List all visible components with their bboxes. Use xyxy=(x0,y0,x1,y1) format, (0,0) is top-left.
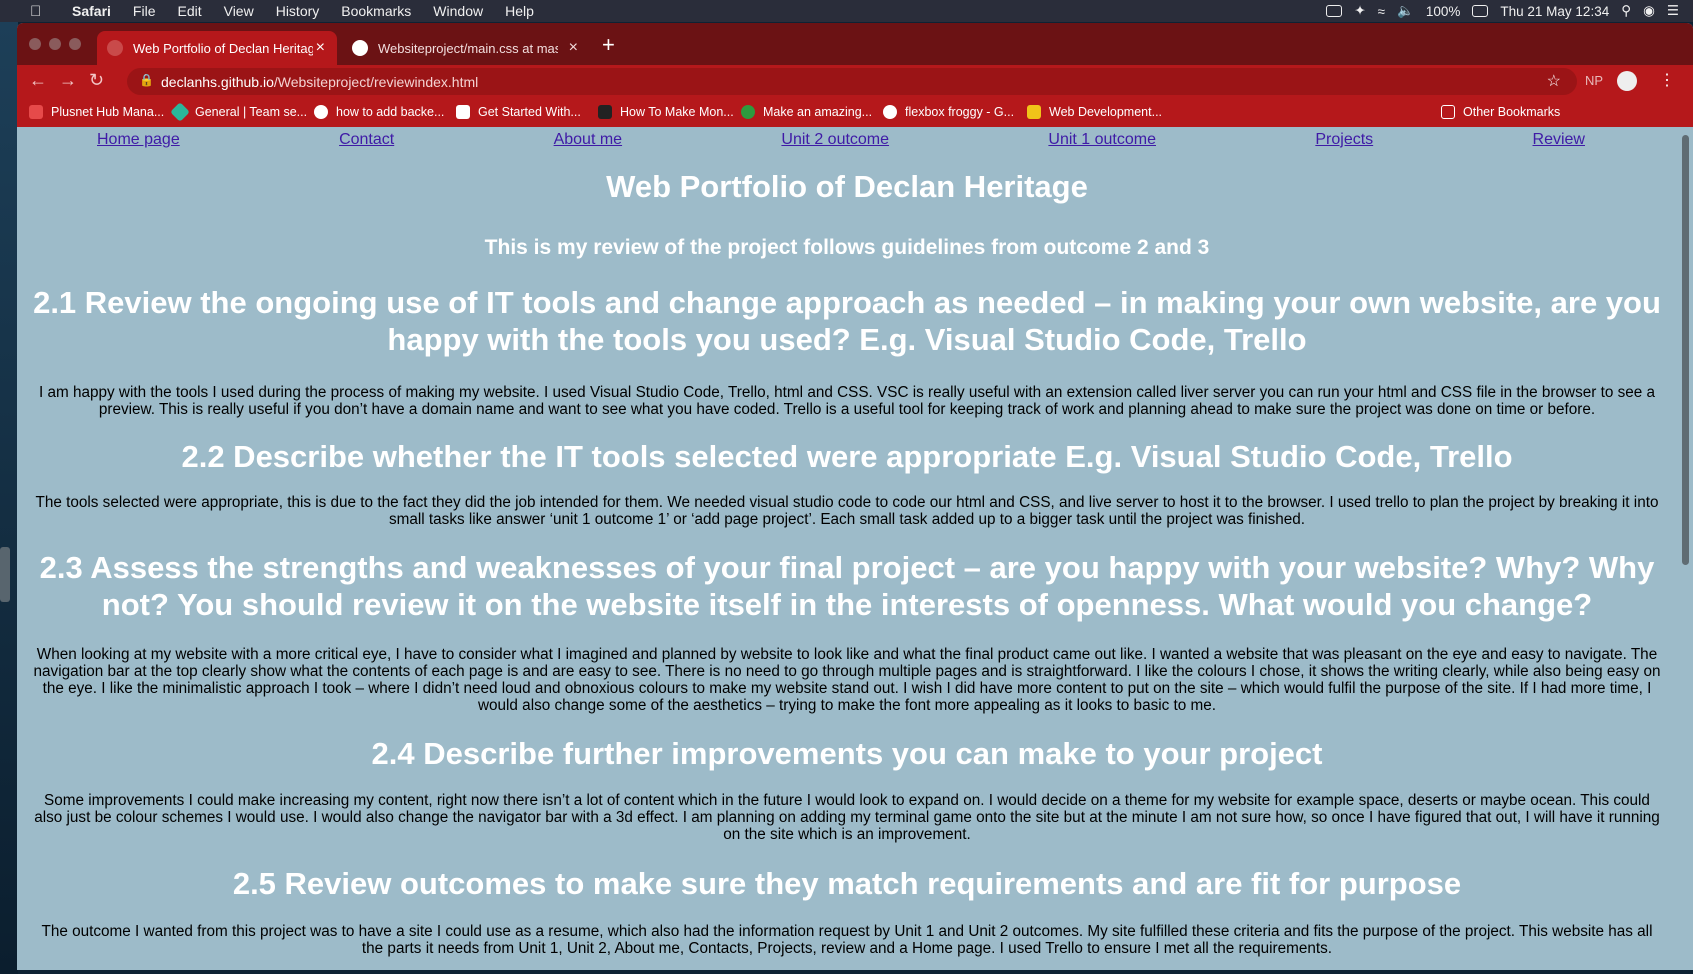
siri-icon[interactable]: ◉ xyxy=(1643,3,1655,19)
wifi-icon[interactable]: ≈ xyxy=(1378,4,1385,19)
dock-handle xyxy=(0,547,10,602)
page-title: Web Portfolio of Declan Heritage xyxy=(606,169,1088,204)
nav-link-about[interactable]: About me xyxy=(554,131,622,149)
menu-bookmarks[interactable]: Bookmarks xyxy=(341,3,411,19)
desktop-background xyxy=(0,22,18,974)
page-subtitle: This is my review of the project follows… xyxy=(484,236,1210,259)
battery-icon[interactable] xyxy=(1472,5,1489,17)
menu-history[interactable]: History xyxy=(276,3,320,19)
lock-icon[interactable]: 🔒 xyxy=(139,73,154,87)
fullscreen-window-button[interactable] xyxy=(69,38,81,50)
forward-arrow-icon[interactable]: → xyxy=(59,70,77,91)
extension-np-icon[interactable]: NP xyxy=(1585,73,1603,88)
spotlight-search-icon[interactable]: ⚲ xyxy=(1621,3,1631,19)
section-heading-2-1: 2.1 Review the ongoing use of IT tools a… xyxy=(33,285,1661,357)
nav-link-projects[interactable]: Projects xyxy=(1315,131,1373,149)
section-heading-2-3: 2.3 Assess the strengths and weaknesses … xyxy=(39,550,1655,622)
bookmark-how-to-make-mon[interactable]: How To Make Mon... xyxy=(598,105,734,119)
close-tab-icon[interactable]: × xyxy=(569,39,578,57)
page-scrollbar[interactable] xyxy=(1677,127,1693,970)
bookmark-general-team[interactable]: General | Team se... xyxy=(170,102,307,122)
zoom-meeting-icon[interactable] xyxy=(1326,5,1343,17)
back-arrow-icon[interactable]: ← xyxy=(29,70,47,91)
bookmarks-bar: Plusnet Hub Mana... General | Team se...… xyxy=(17,98,1693,127)
address-toolbar: ← → ↻ 🔒 declanhs.github.io/Websiteprojec… xyxy=(17,65,1693,98)
clock[interactable]: Thu 21 May 12:34 xyxy=(1500,4,1609,19)
scrollbar-thumb[interactable] xyxy=(1682,135,1689,565)
reload-icon[interactable]: ↻ xyxy=(89,70,104,91)
battery-percent[interactable]: 100% xyxy=(1426,4,1461,19)
bookmark-web-development[interactable]: Web Development... xyxy=(1027,105,1162,119)
tab-title: Websiteproject/main.css at master xyxy=(378,40,558,56)
section-heading-2-4: 2.4 Describe further improvements you ca… xyxy=(371,736,1323,771)
section-body-2-4: Some improvements I could make increasin… xyxy=(34,792,1660,843)
menu-app-name[interactable]: Safari xyxy=(72,3,111,19)
tab-title: Web Portfolio of Declan Heritage xyxy=(133,40,313,56)
more-menu-icon[interactable]: ⋮ xyxy=(1659,70,1675,90)
browser-window: Web Portfolio of Declan Heritage × Websi… xyxy=(17,23,1693,970)
tab-web-portfolio[interactable]: Web Portfolio of Declan Heritage × xyxy=(97,31,337,65)
bookmark-flexbox-froggy[interactable]: flexbox froggy - G... xyxy=(883,105,1014,119)
bookmark-how-to-add[interactable]: how to add backe... xyxy=(314,105,444,119)
close-window-button[interactable] xyxy=(29,38,41,50)
new-tab-button[interactable]: + xyxy=(602,32,615,58)
menu-help[interactable]: Help xyxy=(505,3,534,19)
github-icon xyxy=(352,40,368,56)
tab-github-main-css[interactable]: Websiteproject/main.css at master × xyxy=(342,31,590,65)
web-page: Home page Contact About me Unit 2 outcom… xyxy=(17,127,1677,970)
url-path: /Websiteproject/reviewindex.html xyxy=(273,73,479,90)
folder-icon xyxy=(1441,105,1455,119)
section-body-2-1: I am happy with the tools I used during … xyxy=(38,384,1656,418)
minimize-window-button[interactable] xyxy=(49,38,61,50)
macos-menu-bar:  Safari File Edit View History Bookmark… xyxy=(0,0,1693,22)
nav-link-review[interactable]: Review xyxy=(1533,131,1585,149)
tab-bar: Web Portfolio of Declan Heritage × Websi… xyxy=(17,23,1693,65)
menu-edit[interactable]: Edit xyxy=(177,3,201,19)
bookmark-plusnet[interactable]: Plusnet Hub Mana... xyxy=(29,105,164,119)
section-body-2-2: The tools selected were appropriate, thi… xyxy=(35,494,1659,528)
nav-link-unit1[interactable]: Unit 1 outcome xyxy=(1048,131,1156,149)
url-domain: declanhs.github.io xyxy=(161,73,274,90)
section-heading-2-2: 2.2 Describe whether the IT tools select… xyxy=(181,439,1513,474)
apple-icon[interactable]:  xyxy=(30,3,54,20)
menu-window[interactable]: Window xyxy=(433,3,483,19)
nav-link-unit2[interactable]: Unit 2 outcome xyxy=(781,131,889,149)
section-heading-2-5: 2.5 Review outcomes to make sure they ma… xyxy=(232,866,1462,901)
address-bar[interactable]: 🔒 declanhs.github.io/Websiteproject/revi… xyxy=(127,68,1577,95)
page-favicon-icon xyxy=(107,40,123,56)
menu-file[interactable]: File xyxy=(133,3,156,19)
site-nav-bar: Home page Contact About me Unit 2 outcom… xyxy=(17,131,1677,149)
nav-link-home[interactable]: Home page xyxy=(97,131,180,149)
bookmark-get-started[interactable]: Get Started With... xyxy=(456,105,581,119)
profile-avatar[interactable] xyxy=(1617,71,1637,91)
bookmark-star-icon[interactable]: ☆ xyxy=(1547,71,1561,91)
bluetooth-icon[interactable]: ✦ xyxy=(1354,3,1365,19)
nav-link-contact[interactable]: Contact xyxy=(339,131,394,149)
section-body-2-3: When looking at my website with a more c… xyxy=(33,646,1661,714)
bookmark-other-bookmarks[interactable]: Other Bookmarks xyxy=(1441,105,1560,119)
close-tab-icon[interactable]: × xyxy=(316,39,325,57)
volume-icon[interactable]: 🔈 xyxy=(1397,3,1414,19)
control-center-icon[interactable]: ☰ xyxy=(1667,3,1679,19)
menu-view[interactable]: View xyxy=(224,3,254,19)
section-body-2-5: The outcome I wanted from this project w… xyxy=(41,923,1653,957)
bookmark-make-amazing[interactable]: Make an amazing... xyxy=(741,105,872,119)
